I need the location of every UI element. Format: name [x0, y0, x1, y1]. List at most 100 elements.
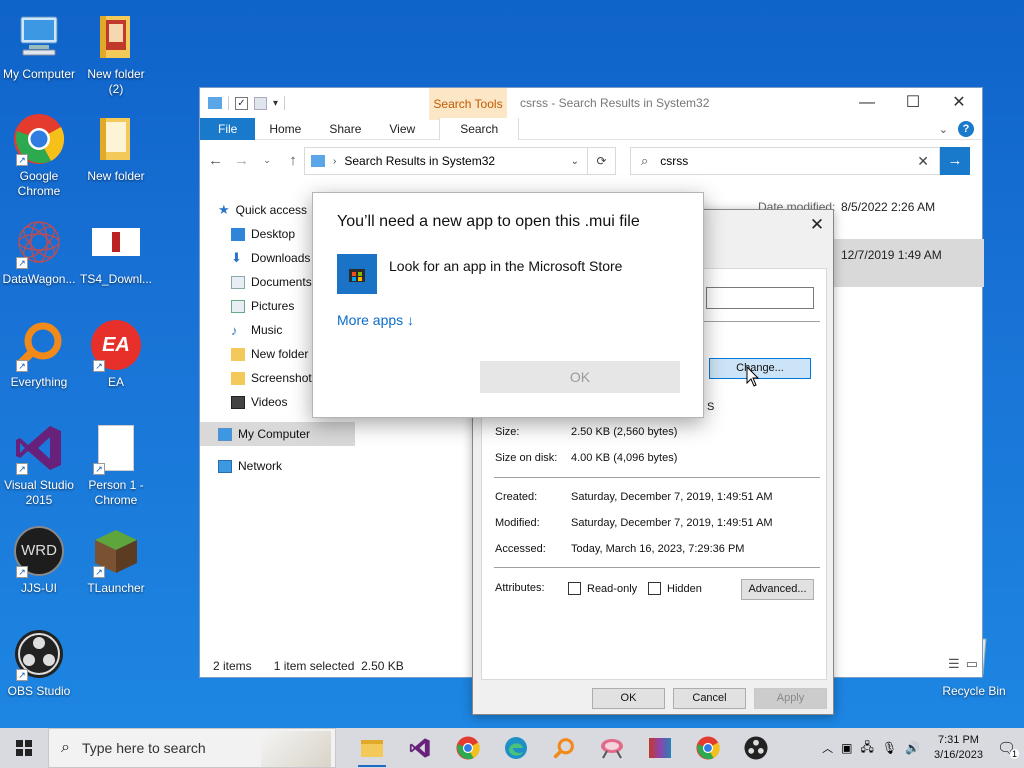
address-bar[interactable]: › Search Results in System32 ⌄: [304, 147, 588, 175]
search-icon: ⌕: [641, 153, 649, 168]
large-icons-view-icon[interactable]: ▭: [966, 656, 978, 672]
desktop-icon-obs-studio[interactable]: ↗ OBS Studio: [1, 627, 77, 699]
search-input[interactable]: ⌕ csrss ✕: [630, 147, 940, 175]
chrome-icon: [456, 736, 480, 760]
search-go-button[interactable]: →: [940, 147, 970, 175]
desktop-icon-label: EA: [107, 375, 124, 389]
open-with-dialog: You’ll need a new app to open this .mui …: [312, 192, 704, 418]
advanced-button[interactable]: Advanced...: [741, 579, 814, 600]
desktop-icon-new-folder[interactable]: New folder: [78, 112, 154, 184]
store-option-label: Look for an app in the Microsoft Store: [389, 258, 623, 274]
search-tools-context-tab[interactable]: Search Tools: [429, 88, 507, 120]
nav-label: Pictures: [251, 299, 295, 313]
more-apps-link[interactable]: More apps ↓: [337, 312, 414, 328]
security-icon[interactable]: ▣: [841, 741, 852, 755]
apply-button[interactable]: Apply: [754, 688, 827, 709]
maximize-button[interactable]: ☐: [890, 88, 936, 118]
address-dropdown-icon[interactable]: ⌄: [571, 156, 579, 167]
tab-view[interactable]: View: [375, 118, 429, 140]
forward-icon[interactable]: →: [234, 152, 249, 169]
desktop-icon-my-computer[interactable]: My Computer: [1, 10, 77, 82]
taskbar-edge[interactable]: [492, 728, 540, 768]
properties-icon[interactable]: ✓: [235, 96, 248, 110]
partial-location-text: S: [707, 401, 715, 413]
volume-icon[interactable]: 🔊: [905, 741, 920, 755]
recent-locations-icon[interactable]: ⌄: [260, 155, 274, 166]
dialog-title: You’ll need a new app to open this .mui …: [337, 213, 640, 230]
nav-label: Documents: [251, 275, 312, 289]
tab-share[interactable]: Share: [315, 118, 375, 140]
row-date: 12/7/2019 1:49 AM: [841, 248, 942, 262]
desktop-icon-label: New folder (2): [87, 67, 145, 96]
taskbar-search-box[interactable]: ⌕ Type here to search: [48, 728, 336, 768]
desktop-icon-google-chrome[interactable]: ↗ Google Chrome: [1, 112, 77, 199]
customize-quick-access-icon[interactable]: ▾: [273, 98, 278, 109]
breadcrumb-chevron-icon: ›: [333, 155, 337, 167]
read-only-label: Read-only: [587, 583, 638, 595]
desktop-icon-label: Visual Studio 2015: [4, 478, 74, 507]
tab-home[interactable]: Home: [255, 118, 315, 140]
taskbar: ⌕ Type here to search ︿ ▣ 🖧 🎙 🔊 7:31 PM …: [0, 728, 1024, 768]
cancel-button[interactable]: Cancel: [673, 688, 746, 709]
desktop-icon-datawagon[interactable]: ↗ DataWagon...: [1, 215, 77, 287]
desktop-icon-label: DataWagon...: [2, 272, 76, 286]
back-icon[interactable]: ←: [208, 152, 223, 169]
refresh-button[interactable]: ⟳: [588, 147, 616, 175]
taskbar-chrome[interactable]: [444, 728, 492, 768]
nav-label: Music: [251, 323, 283, 337]
notification-center-icon[interactable]: 🗨 1: [997, 739, 1019, 759]
desktop-icon-visual-studio[interactable]: ↗ Visual Studio 2015: [1, 421, 77, 508]
microsoft-store-option[interactable]: Look for an app in the Microsoft Store: [337, 254, 622, 294]
desktop-icon-ea[interactable]: EA ↗ EA: [78, 318, 154, 390]
change-button[interactable]: Change...: [709, 358, 811, 379]
clear-search-icon[interactable]: ✕: [917, 153, 929, 170]
taskbar-winrar[interactable]: [636, 728, 684, 768]
desktop-icon-ts4-download[interactable]: TS4_Downl...: [78, 215, 154, 287]
taskbar-file-explorer[interactable]: [348, 728, 396, 768]
mouse-cursor-icon: [746, 366, 760, 387]
close-button[interactable]: ✕: [936, 88, 982, 118]
up-icon[interactable]: ↑: [286, 152, 300, 169]
taskbar-obs[interactable]: [732, 728, 780, 768]
new-folder-icon[interactable]: [254, 96, 267, 110]
nav-label: Network: [238, 459, 283, 473]
network-icon[interactable]: 🖧: [860, 738, 873, 759]
read-only-checkbox[interactable]: [568, 582, 581, 595]
tab-search[interactable]: Search: [439, 117, 520, 140]
size-on-disk-value: 4.00 KB (4,096 bytes): [571, 452, 678, 464]
music-icon: ♪: [231, 322, 238, 338]
desktop-icon-everything[interactable]: ↗ Everything: [1, 318, 77, 390]
nav-item-my-computer[interactable]: My Computer: [200, 422, 355, 446]
ok-button[interactable]: OK: [592, 688, 665, 709]
show-hidden-icons-icon[interactable]: ︿: [822, 740, 833, 756]
clock[interactable]: 7:31 PM 3/16/2023: [934, 733, 983, 763]
shortcut-arrow-icon: ↗: [16, 669, 28, 681]
file-name-field[interactable]: [706, 287, 814, 309]
ok-button[interactable]: OK: [480, 361, 680, 393]
hidden-checkbox[interactable]: [648, 582, 661, 595]
desktop-icon-tlauncher[interactable]: ↗ TLauncher: [78, 524, 154, 596]
tab-file[interactable]: File: [200, 117, 256, 140]
nav-label: Videos: [251, 395, 288, 409]
minimize-button[interactable]: —: [844, 88, 890, 118]
search-value: csrss: [660, 154, 689, 168]
nav-label: Desktop: [251, 227, 296, 241]
taskbar-chrome-profile[interactable]: [684, 728, 732, 768]
close-icon[interactable]: ✕: [807, 215, 827, 235]
taskbar-everything[interactable]: [540, 728, 588, 768]
taskbar-visual-studio[interactable]: [396, 728, 444, 768]
desktop-icon-jjs-ui[interactable]: WRD ↗ JJS-UI: [1, 524, 77, 596]
desktop-icon-new-folder-2[interactable]: New folder (2): [78, 10, 154, 97]
details-view-icon[interactable]: ☰: [948, 656, 960, 672]
help-icon[interactable]: ?: [958, 121, 974, 137]
microphone-icon[interactable]: 🎙: [882, 741, 897, 755]
folder-icon: [231, 347, 245, 361]
size-value: 2.50 KB (2,560 bytes): [571, 426, 678, 438]
taskbar-snipping-tool[interactable]: [588, 728, 636, 768]
status-selection: 1 item selected 2.50 KB: [273, 659, 404, 673]
start-button[interactable]: [0, 728, 48, 768]
nav-item-network[interactable]: Network: [200, 454, 360, 478]
desktop-icon-person1-chrome[interactable]: ↗ Person 1 - Chrome: [78, 421, 154, 508]
modified-value: Saturday, December 7, 2019, 1:49:51 AM: [571, 517, 773, 529]
expand-ribbon-icon[interactable]: ⌄: [939, 123, 948, 136]
